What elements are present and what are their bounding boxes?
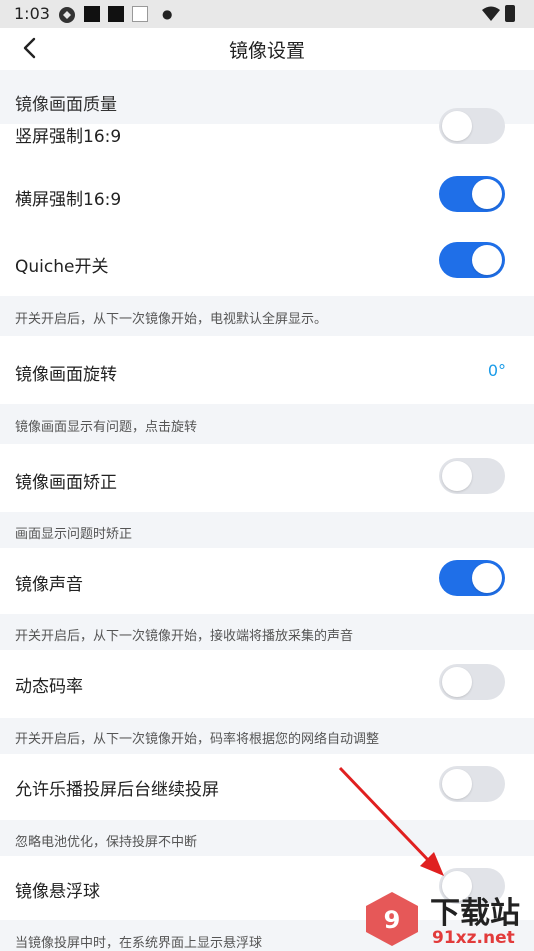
page-title: 镜像设置 — [228, 40, 305, 62]
hint-text: 忽略电池优化，保持投屏不中断 — [15, 835, 198, 850]
setting-row-landscape[interactable]: 横屏强制16:9 — [0, 163, 534, 228]
setting-label: 动态码率 — [15, 677, 83, 697]
wifi-icon — [482, 6, 500, 21]
rotate-value[interactable]: 0° — [488, 361, 506, 380]
setting-label: 竖屏强制16:9 — [15, 127, 122, 147]
watermark-brand: 下载站 — [430, 896, 520, 931]
setting-row-portrait[interactable]: 竖屏强制16:9 — [0, 108, 534, 163]
setting-label: 镜像画面矫正 — [15, 473, 117, 493]
hint-text: 开关开启后，从下一次镜像开始，接收端将播放采集的声音 — [15, 629, 354, 644]
toggle-knob — [442, 769, 472, 799]
more-notifications-dot-icon: ● — [162, 7, 173, 21]
setting-label: 镜像悬浮球 — [15, 882, 100, 902]
toggle-knob — [442, 111, 472, 141]
setting-label: 镜像画面旋转 — [15, 365, 117, 385]
setting-label: 横屏强制16:9 — [15, 190, 122, 210]
toggle-knob — [472, 563, 502, 593]
setting-row-sound[interactable]: 镜像声音 — [0, 548, 534, 614]
hint-text: 开关开启后，从下一次镜像开始，电视默认全屏显示。 — [15, 312, 328, 327]
hint-text: 当镜像投屏中时，在系统界面上显示悬浮球 — [15, 936, 263, 951]
site-watermark: 9 下载站 91xz.net — [360, 888, 534, 950]
setting-row-quiche[interactable]: Quiche开关 — [0, 228, 534, 296]
section-title: 镜像画面质量 — [15, 95, 117, 115]
app-bar: 镜像设置 — [0, 28, 534, 70]
setting-row-background[interactable]: 允许乐播投屏后台继续投屏 — [0, 754, 534, 820]
hint-rotate: 镜像画面显示有问题，点击旋转 — [0, 404, 534, 444]
setting-row-rotate[interactable]: 镜像画面旋转 0° — [0, 336, 534, 404]
landscape-toggle[interactable] — [439, 176, 505, 212]
portrait-toggle[interactable] — [439, 108, 505, 144]
hint-background: 忽略电池优化，保持投屏不中断 — [0, 820, 534, 856]
hint-text: 镜像画面显示有问题，点击旋转 — [15, 420, 198, 435]
setting-label: 允许乐播投屏后台继续投屏 — [15, 780, 219, 800]
toggle-knob — [472, 179, 502, 209]
hint-sound: 开关开启后，从下一次镜像开始，接收端将播放采集的声音 — [0, 614, 534, 650]
svg-text:9: 9 — [384, 906, 401, 934]
toggle-knob — [472, 245, 502, 275]
watermark-logo-icon: 9 — [366, 892, 418, 946]
toggle-knob — [442, 461, 472, 491]
sound-toggle[interactable] — [439, 560, 505, 596]
hint-quiche: 开关开启后，从下一次镜像开始，电视默认全屏显示。 — [0, 296, 534, 336]
status-time: 1:03 — [14, 4, 50, 23]
watermark-site: 91xz.net — [432, 928, 515, 948]
hint-text: 开关开启后，从下一次镜像开始，码率将根据您的网络自动调整 — [15, 732, 380, 747]
bitrate-toggle[interactable] — [439, 664, 505, 700]
setting-label: Quiche开关 — [15, 257, 109, 277]
battery-icon — [505, 5, 515, 22]
notification-black-square-icon — [84, 6, 100, 22]
status-bar: 1:03 ● — [0, 0, 534, 28]
setting-label: 镜像声音 — [15, 575, 83, 595]
setting-row-correct[interactable]: 镜像画面矫正 — [0, 444, 534, 512]
correct-toggle[interactable] — [439, 458, 505, 494]
quiche-toggle[interactable] — [439, 242, 505, 278]
setting-row-bitrate[interactable]: 动态码率 — [0, 650, 534, 718]
toggle-knob — [442, 667, 472, 697]
hint-text: 画面显示问题时矫正 — [15, 527, 133, 542]
hint-correct: 画面显示问题时矫正 — [0, 512, 534, 548]
background-toggle[interactable] — [439, 766, 505, 802]
hint-bitrate: 开关开启后，从下一次镜像开始，码率将根据您的网络自动调整 — [0, 718, 534, 754]
app-notification-icon — [59, 7, 75, 23]
notification-black-square-icon — [108, 6, 124, 22]
notification-white-square-icon — [132, 6, 148, 22]
